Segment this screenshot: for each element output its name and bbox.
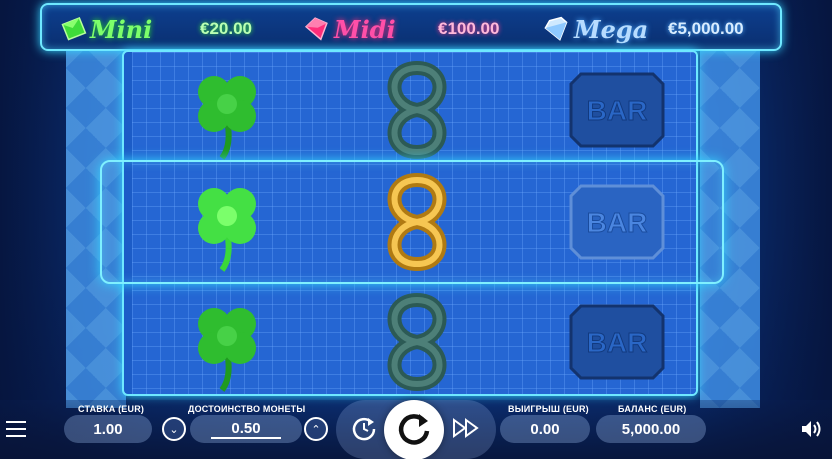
celtic-knot-symbol [312, 284, 522, 394]
turbo-button[interactable] [452, 418, 480, 438]
jackpot-mini-name: Mini [90, 14, 153, 44]
jackpot-midi-amount: €100.00 [438, 19, 500, 38]
win-label: ВЫИГРЫШ (EUR) [508, 404, 589, 414]
jackpot-mega: Mega [544, 5, 648, 53]
win-line-highlight [100, 160, 724, 284]
fast-forward-icon [453, 418, 479, 438]
bar-symbol: BAR [522, 52, 696, 167]
spin-button[interactable] [384, 400, 444, 459]
bet-value: 1.00 [93, 420, 123, 438]
jackpot-mini-value: €20.00 [200, 5, 252, 53]
menu-icon[interactable] [6, 421, 26, 437]
chevron-down-icon: ⌄ [169, 423, 179, 436]
bar-symbol: BAR [522, 284, 696, 394]
jackpot-midi-value: €100.00 [438, 5, 499, 53]
bet-field[interactable]: 1.00 [64, 415, 152, 443]
bar-icon: BAR [569, 304, 665, 379]
autoplay-button[interactable] [350, 414, 378, 442]
speaker-icon [802, 421, 821, 437]
balance-value: 5,000.00 [621, 420, 681, 438]
coin-value-field[interactable]: 0.50 [190, 415, 302, 443]
jackpot-midi-name: Midi [334, 14, 396, 44]
jackpot-bar: Mini €20.00 Midi €100.00 Mega €5,000.00 [40, 3, 782, 51]
jackpot-mini-amount: €20.00 [200, 19, 252, 38]
jackpot-mini: Mini [60, 5, 152, 53]
bar-icon: BAR [569, 72, 665, 147]
pink-gem-icon [304, 17, 328, 41]
celtic-knot-icon [387, 292, 447, 391]
win-field: 0.00 [500, 415, 590, 443]
celtic-knot-symbol [312, 52, 522, 167]
win-value: 0.00 [530, 420, 560, 438]
coin-value: 0.50 [211, 420, 281, 439]
celtic-knot-icon [387, 60, 447, 159]
sound-button[interactable] [800, 419, 822, 439]
jackpot-mega-amount: €5,000.00 [668, 19, 744, 38]
jackpot-midi: Midi [304, 5, 396, 53]
jackpot-mega-value: €5,000.00 [668, 5, 744, 53]
coin-up-button[interactable]: ⌃ [304, 417, 328, 441]
bar-label: BAR [587, 327, 648, 358]
jackpot-mega-name: Mega [574, 14, 649, 44]
green-gem-icon [61, 17, 87, 41]
autoplay-icon [352, 417, 376, 441]
blue-gem-icon [544, 16, 568, 41]
balance-field: 5,000.00 [596, 415, 706, 443]
balance-label: БАЛАНС (EUR) [618, 404, 687, 414]
clover-icon [198, 307, 256, 392]
clover-symbol [132, 284, 322, 394]
bet-label: СТАВКА (EUR) [78, 404, 145, 414]
bar-label: BAR [587, 95, 648, 126]
coin-down-button[interactable]: ⌄ [162, 417, 186, 441]
spin-icon [398, 414, 430, 445]
clover-icon [198, 75, 256, 160]
coin-value-label: ДОСТОИНСТВО МОНЕТЫ [188, 404, 306, 414]
chevron-up-icon: ⌃ [311, 423, 321, 436]
clover-symbol [132, 52, 322, 167]
